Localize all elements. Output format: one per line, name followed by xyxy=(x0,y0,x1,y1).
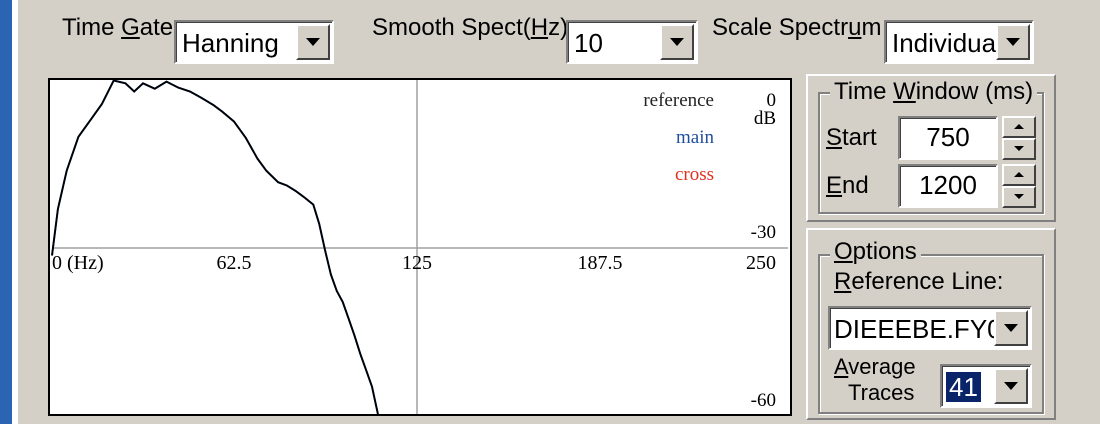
start-spinner[interactable] xyxy=(1002,116,1036,160)
spectrum-chart: reference main cross 0 dB -30 -60 0 (Hz)… xyxy=(51,80,788,414)
spin-down-icon[interactable] xyxy=(1002,138,1036,160)
chevron-down-icon[interactable] xyxy=(660,24,694,60)
average-traces-select[interactable]: 41 xyxy=(940,364,1032,408)
scale-spectrum-value: Individual xyxy=(892,28,1002,58)
options-title: Options xyxy=(830,238,921,266)
time-gate-value: Hanning xyxy=(182,28,279,58)
average-traces-label-line2: Traces xyxy=(848,380,915,405)
window-left-highlight xyxy=(12,0,18,440)
x-tick-187-5: 187.5 xyxy=(578,252,623,274)
scale-spectrum-select[interactable]: Individual xyxy=(884,20,1034,64)
chevron-down-icon[interactable] xyxy=(296,24,330,60)
x-tick-0: 0 (Hz) xyxy=(52,252,104,274)
reference-line-value: DIEEEBE.FY0 xyxy=(834,314,1002,344)
smooth-spect-label: Smooth Spect(Hz) xyxy=(372,14,569,41)
end-spinner[interactable] xyxy=(1002,164,1036,208)
legend-cross: cross xyxy=(675,164,714,185)
start-label: Start xyxy=(826,124,877,151)
smooth-spect-select[interactable]: 10 xyxy=(566,20,698,64)
chevron-down-icon[interactable] xyxy=(996,24,1030,60)
time-gate-label: Time Gate xyxy=(62,14,174,41)
spin-up-icon[interactable] xyxy=(1002,164,1036,186)
spectrum-plot[interactable]: reference main cross 0 dB -30 -60 0 (Hz)… xyxy=(48,78,792,416)
chevron-down-icon[interactable] xyxy=(994,368,1028,404)
window-left-border xyxy=(0,0,12,440)
end-input[interactable]: 1200 xyxy=(898,164,998,208)
start-input[interactable]: 750 xyxy=(898,116,998,160)
window-bottom-border xyxy=(0,424,1100,440)
legend-main: main xyxy=(676,127,714,148)
time-window-title: Time Window (ms) xyxy=(830,78,1038,106)
average-traces-label-line1: Average xyxy=(834,354,916,379)
y-unit-label: dB xyxy=(754,108,776,129)
x-tick-62-5: 62.5 xyxy=(217,252,252,274)
x-tick-125: 125 xyxy=(402,252,432,274)
smooth-spect-value: 10 xyxy=(574,28,603,58)
time-gate-select[interactable]: Hanning xyxy=(174,20,334,64)
average-traces-value: 41 xyxy=(946,372,981,402)
y-tick-minus-60: -60 xyxy=(751,390,776,411)
spin-down-icon[interactable] xyxy=(1002,186,1036,208)
reference-line-select[interactable]: DIEEEBE.FY0 xyxy=(828,306,1032,350)
chevron-down-icon[interactable] xyxy=(994,310,1028,346)
legend-reference: reference xyxy=(643,90,714,111)
end-label: End xyxy=(826,172,869,199)
reference-line-label: Reference Line: xyxy=(834,268,1004,295)
spin-up-icon[interactable] xyxy=(1002,116,1036,138)
scale-spectrum-label: Scale Spectrum xyxy=(712,14,882,41)
x-tick-250: 250 xyxy=(746,252,776,274)
y-tick-minus-30: -30 xyxy=(751,222,776,243)
